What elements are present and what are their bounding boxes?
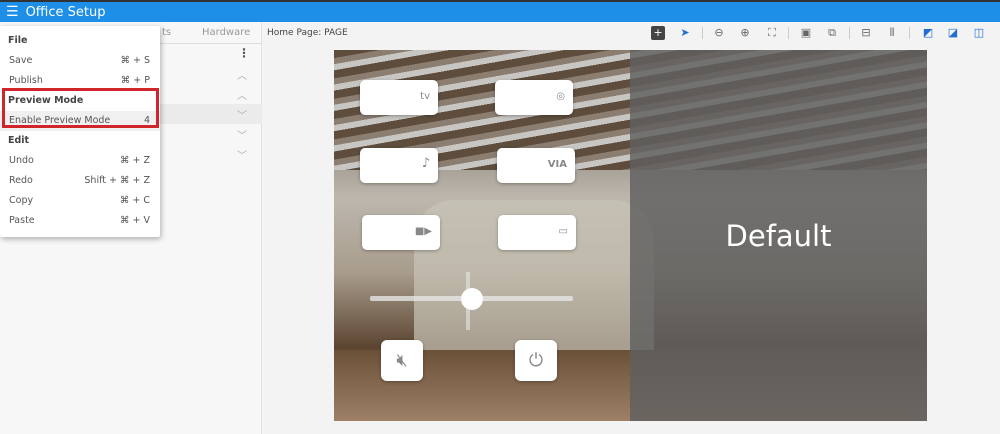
label: Save (9, 55, 33, 66)
game-icon: ▭ (558, 226, 568, 237)
chevron-up-icon[interactable]: ︿ (237, 87, 247, 102)
align-center-icon[interactable]: ⊟ (859, 26, 873, 40)
camera-button[interactable]: ■▶ (362, 215, 440, 250)
menu-item-paste[interactable]: Paste ⌘ + V (0, 211, 160, 231)
app-header: ☰ Office Setup (0, 0, 1000, 22)
shortcut: ⌘ + C (119, 195, 150, 206)
via-button[interactable]: VIA (497, 148, 575, 183)
chevron-down-icon[interactable]: ﹀ (237, 147, 247, 162)
more-options-icon[interactable]: ⋮ (238, 46, 250, 60)
hamburger-icon[interactable]: ☰ (6, 4, 19, 20)
frame-icon[interactable]: ▣ (799, 26, 813, 40)
default-state-overlay: Default (630, 50, 927, 421)
tab-partial[interactable]: ts (162, 27, 171, 38)
zoom-out-icon[interactable]: ⊖ (712, 26, 726, 40)
mute-button[interactable]: 🔇︎ (381, 340, 423, 381)
power-button[interactable]: ⏻ (515, 340, 557, 381)
chrome-icon: ◎ (556, 91, 565, 102)
menu-item-copy[interactable]: Copy ⌘ + C (0, 191, 160, 211)
menu-section-file: File (8, 35, 28, 46)
label: Redo (9, 175, 33, 186)
menu-item-undo[interactable]: Undo ⌘ + Z (0, 151, 160, 171)
menu-item-save[interactable]: Save ⌘ + S (0, 51, 160, 71)
highlight-box (2, 88, 159, 128)
pointer-icon[interactable]: ➤ (678, 26, 692, 40)
chevron-up-icon[interactable]: ︿ (237, 67, 247, 82)
apple-tv-button[interactable]: tv (360, 80, 438, 115)
chrome-button[interactable]: ◎ (495, 80, 573, 115)
shortcut: ⌘ + Z (119, 155, 150, 166)
chevron-down-icon[interactable]: ﹀ (237, 127, 247, 142)
tab-hardware[interactable]: Hardware (202, 27, 250, 38)
zoom-fit-icon[interactable]: ⛶ (765, 26, 779, 40)
mute-icon: 🔇︎ (396, 350, 408, 371)
layer-front-icon[interactable]: ◪ (946, 26, 960, 40)
shortcut: ⌘ + S (120, 55, 150, 66)
layout-icon[interactable]: ◫ (972, 26, 986, 40)
shortcut: ⌘ + V (120, 215, 150, 226)
chevron-down-icon[interactable]: ﹀ (237, 107, 247, 122)
video-camera-icon: ■▶ (414, 226, 432, 237)
app-menu-dropdown: File Save ⌘ + S Publish ⌘ + P Preview Mode… (0, 26, 160, 237)
power-icon: ⏻ (528, 350, 544, 371)
label: Undo (9, 155, 34, 166)
app-title: Office Setup (25, 4, 106, 20)
default-label: Default (725, 218, 832, 253)
distribute-icon[interactable]: ⫴ (885, 26, 899, 40)
layer-back-icon[interactable]: ◩ (921, 26, 935, 40)
apple-tv-icon: tv (420, 91, 430, 102)
via-icon: VIA (547, 159, 567, 170)
page-canvas[interactable]: tv ◎ ♪ VIA ■▶ ▭ 🔇︎ ⏻ Default (334, 50, 927, 421)
label: Paste (9, 215, 35, 226)
shortcut: Shift + ⌘ + Z (84, 175, 150, 186)
volume-slider-knob[interactable] (460, 288, 483, 310)
game-button[interactable]: ▭ (498, 215, 576, 250)
music-button[interactable]: ♪ (360, 148, 438, 183)
menu-item-redo[interactable]: Redo Shift + ⌘ + Z (0, 171, 160, 191)
bring-forward-icon[interactable]: ⧉ (825, 26, 839, 40)
music-note-icon: ♪ (421, 156, 430, 171)
add-icon[interactable]: + (651, 26, 665, 40)
zoom-in-icon[interactable]: ⊕ (738, 26, 752, 40)
label: Copy (9, 195, 34, 206)
menu-section-edit: Edit (8, 135, 30, 146)
